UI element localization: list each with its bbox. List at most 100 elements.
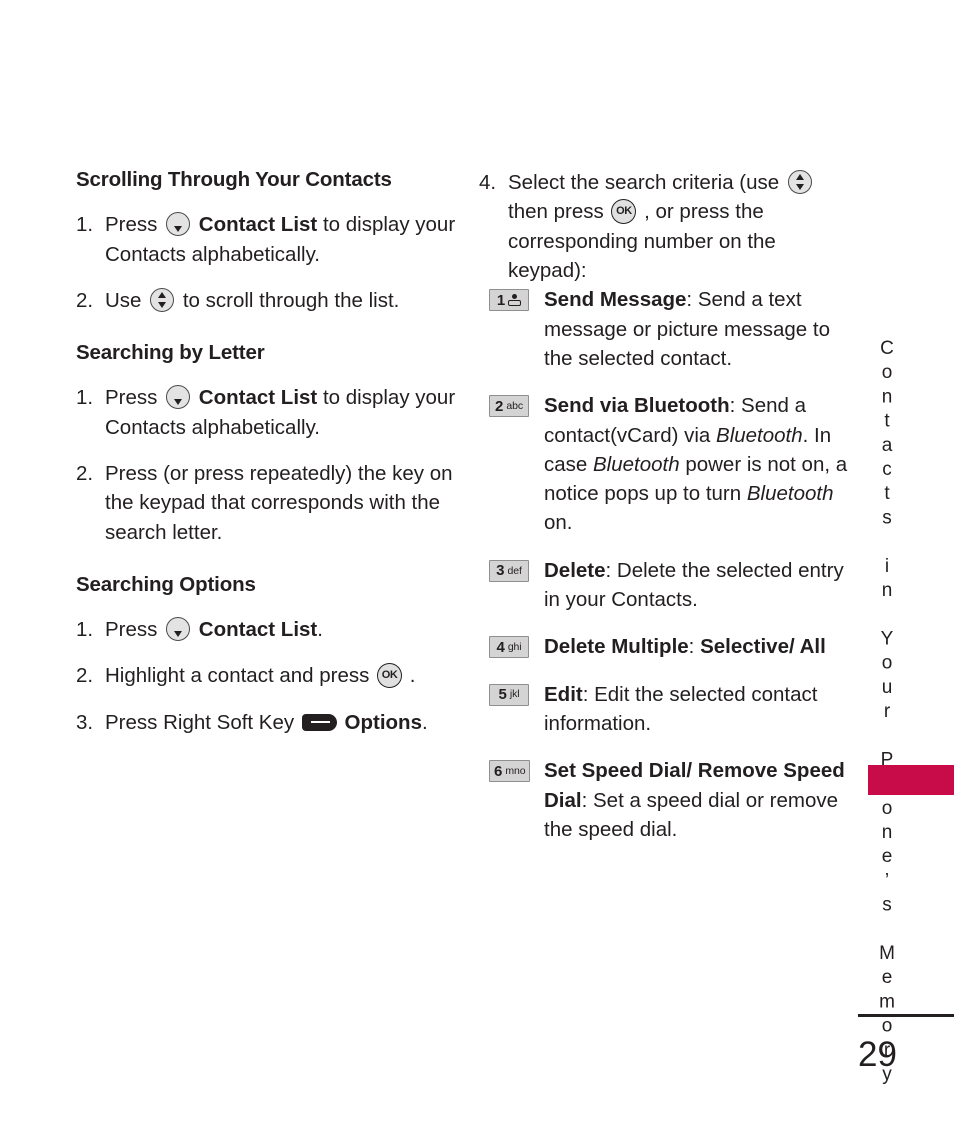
chapter-side-tab-label: Contacts in Your Phone’s Memory (876, 338, 898, 1089)
text-run: then press (508, 200, 610, 224)
text-run: . (404, 664, 416, 688)
keypad-key-letters: mno (505, 765, 526, 778)
nav-key-down-icon (166, 617, 191, 642)
text-run: Press (105, 386, 164, 410)
step-number: 3. (76, 710, 94, 734)
step-list: 1. Press Contact List. 2. Highlight a conta… (76, 615, 457, 737)
bold-term: Contact List (193, 213, 318, 237)
left-column: Scrolling Through Your Contacts 1. Press C… (76, 168, 457, 737)
section-heading: Searching Options (76, 572, 256, 596)
list-item: 2. Press (or press repeatedly) the key on… (76, 459, 457, 547)
keypad-key-letters: jkl (509, 688, 520, 701)
text-run: . (421, 710, 428, 734)
key-option-item: 5 jkl Edit: Edit the selected contact info… (479, 680, 860, 739)
text-run: Press (or press repeatedly) the key on t… (105, 461, 453, 544)
step-text: Use to scroll through the list. (105, 287, 400, 312)
italic-term: Bluetooth (746, 482, 834, 506)
key-option-text: Edit: Edit the selected contact informat… (544, 683, 817, 735)
keypad-key-badge: 6 mno (489, 760, 531, 783)
nav-key-up-down-icon (150, 287, 175, 312)
step-number: 2. (76, 664, 94, 688)
two-column-body: Scrolling Through Your Contacts 1. Press C… (76, 168, 860, 844)
keypad-key-badge: 3 def (489, 559, 529, 582)
text-run: : Edit the selected contact information. (544, 682, 818, 735)
key-option-text: Send via Bluetooth: Send a contact(vCard… (544, 394, 847, 534)
text-run: Select the search criteria (use (508, 171, 785, 194)
step-number: 2. (76, 461, 94, 485)
text-run: to scroll through the list. (177, 288, 400, 312)
keypad-key-digit: 1 (496, 291, 506, 309)
step-list: 1. Press Contact List to display your Con… (76, 210, 457, 315)
text-run: : (688, 635, 701, 659)
italic-term: Bluetooth (593, 452, 680, 476)
manual-page: Scrolling Through Your Contacts 1. Press C… (0, 0, 954, 1145)
text-run: Press (105, 213, 164, 237)
bold-term: Send via Bluetooth (544, 394, 730, 418)
section-block: Searching by Letter 1. Press Contact List … (76, 341, 457, 547)
key-option-item: 1 Send Message: Send a text message or pi… (479, 285, 860, 373)
step-number: 4. (479, 171, 497, 194)
ok-key-icon: OK (377, 663, 403, 689)
key-option-item: 4 ghi Delete Multiple: Selective/ All (479, 632, 860, 661)
list-item: 2. Use to scroll through the list. (76, 286, 457, 315)
bold-term: Options (344, 710, 422, 734)
keypad-key-digit: 6 (494, 762, 503, 780)
step-text: Press Contact List to display your Conta… (105, 212, 455, 266)
bold-term: Send Message (544, 288, 687, 312)
key-option-text: Delete: Delete the selected entry in you… (544, 559, 844, 611)
step-text: Press Contact List. (105, 617, 323, 642)
step-text: Press Contact List to display your Conta… (105, 385, 455, 439)
list-item: 4. Select the search criteria (use then … (479, 168, 860, 285)
nav-key-down-icon (166, 212, 191, 237)
keypad-key-letters: ghi (507, 641, 522, 654)
step-text: Select the search criteria (use then pre… (508, 170, 815, 282)
bold-term: Delete Multiple (544, 635, 689, 659)
text-run: Highlight a contact and press (105, 664, 376, 688)
bold-term: Delete (544, 558, 606, 582)
list-item: 3. Press Right Soft Key Options. (76, 708, 457, 737)
text-run: Press (105, 618, 164, 642)
chapter-tab-color-bar (868, 765, 954, 795)
arrow-up-glyph (795, 174, 804, 180)
key-option-list: 1 Send Message: Send a text message or pi… (479, 285, 860, 844)
key-option-item: 6 mno Set Speed Dial/ Remove Speed Dial: S… (479, 756, 860, 844)
arrow-up-glyph (158, 291, 167, 298)
nav-key-down-icon (166, 385, 191, 410)
key-option-item: 2 abc Send via Bluetooth: Send a contact(v… (479, 391, 860, 538)
text-run: on. (544, 511, 573, 535)
keypad-key-digit: 4 (496, 638, 505, 656)
list-item: 1. Press Contact List to display your Con… (76, 383, 457, 442)
key-option-text: Delete Multiple: Selective/ All (544, 635, 826, 658)
right-column: 4. Select the search criteria (use then … (479, 168, 860, 844)
ok-key-icon: OK (611, 199, 637, 225)
keypad-key-letters: def (507, 564, 522, 577)
keypad-key-badge: 5 jkl (489, 683, 529, 706)
keypad-key-badge: 4 ghi (489, 636, 529, 659)
bold-term: Edit (544, 682, 583, 706)
keypad-key-badge: 2 abc (489, 395, 529, 418)
step-text: Highlight a contact and press OK . (105, 663, 416, 689)
step-list-continued: 4. Select the search criteria (use then … (479, 168, 860, 285)
step-text: Press (or press repeatedly) the key on t… (105, 462, 453, 544)
ok-key-label: OK (616, 205, 632, 218)
step-number: 1. (76, 213, 94, 237)
list-item: 1. Press Contact List to display your Con… (76, 210, 457, 269)
arrow-down-glyph (158, 301, 167, 308)
section-block: Searching Options 1. Press Contact List. 2.… (76, 573, 457, 737)
list-item: 1. Press Contact List. (76, 615, 457, 644)
page-number: 29 (858, 1035, 897, 1074)
keypad-key-digit: 3 (496, 562, 505, 580)
arrow-down-glyph (174, 226, 183, 233)
bold-term: Contact List (193, 386, 318, 410)
keypad-key-letters: abc (506, 399, 523, 412)
arrow-down-glyph (174, 399, 183, 406)
section-heading: Scrolling Through Your Contacts (76, 168, 392, 191)
keypad-key-badge: 1 (489, 289, 529, 312)
text-run: Use (105, 288, 148, 312)
arrow-down-glyph (174, 631, 183, 638)
key-option-text: Set Speed Dial/ Remove Speed Dial: Set a… (544, 759, 845, 841)
arrow-down-glyph (795, 184, 804, 190)
ok-key-label: OK (381, 669, 398, 682)
list-item: 2. Highlight a contact and press OK . (76, 661, 457, 690)
key-option-text: Send Message: Send a text message or pic… (544, 288, 830, 370)
